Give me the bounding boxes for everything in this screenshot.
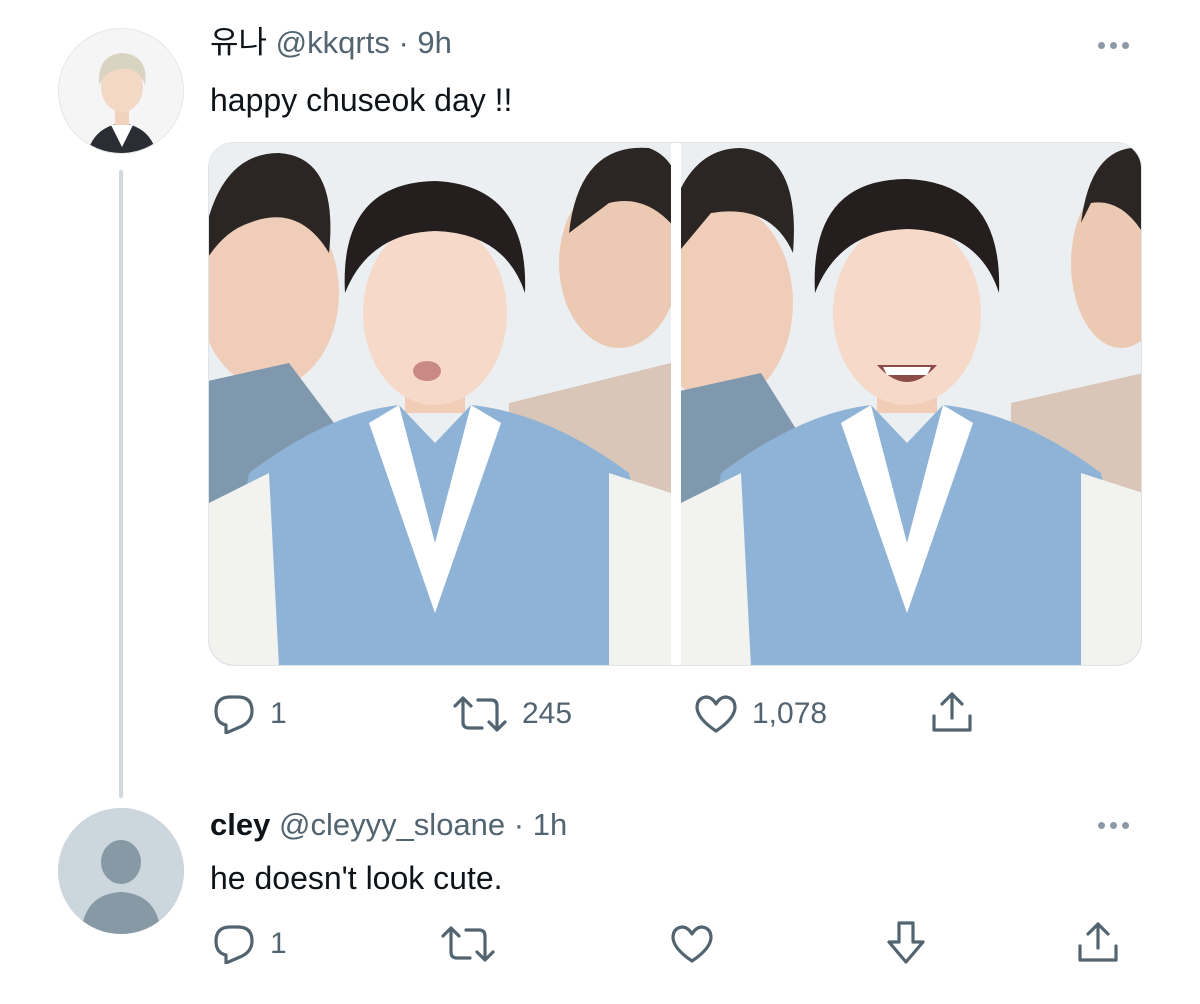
reply-reply-count: 1	[270, 927, 287, 960]
thread-connector	[119, 170, 123, 798]
retweet-icon	[441, 926, 495, 962]
meta-separator: ·	[513, 807, 525, 842]
reply-display-name[interactable]: cley	[210, 807, 270, 842]
tweet-text: happy chuseok day !!	[210, 82, 513, 118]
author-avatar[interactable]	[58, 28, 184, 154]
reply-text: he doesn't look cute.	[210, 860, 503, 896]
reply-header: cley @cleyyy_sloane · 1h	[210, 806, 567, 844]
more-icon[interactable]	[1098, 822, 1129, 829]
downvote-icon	[887, 921, 925, 964]
like-icon	[671, 925, 713, 963]
reply-icon	[214, 925, 254, 964]
reply-author-avatar[interactable]	[58, 808, 184, 934]
like-icon	[695, 695, 737, 733]
meta-separator: ·	[398, 25, 409, 60]
retweet-button[interactable]: 245	[452, 696, 572, 732]
reply-like-button[interactable]	[670, 924, 714, 964]
reply-icon	[214, 695, 254, 734]
like-button[interactable]: 1,078	[694, 694, 827, 734]
reply-retweet-button[interactable]	[440, 926, 496, 962]
tweet-timestamp[interactable]: 9h	[417, 25, 451, 60]
media-image-right[interactable]	[649, 143, 1141, 665]
tweet-media[interactable]	[208, 142, 1142, 666]
media-image-left-illustration	[209, 143, 681, 665]
reply-count: 1	[270, 697, 287, 730]
default-profile-icon	[58, 808, 184, 934]
reply-share-button[interactable]	[1076, 920, 1120, 964]
reply-handle[interactable]: @cleyyy_sloane	[279, 807, 505, 842]
media-image-left[interactable]	[209, 143, 681, 665]
share-icon	[932, 692, 972, 732]
reply-timestamp[interactable]: 1h	[533, 807, 567, 842]
share-icon	[1078, 922, 1118, 962]
media-image-right-illustration	[649, 143, 1141, 665]
author-handle[interactable]: @kkqrts	[276, 25, 390, 60]
author-display-name[interactable]: 유나	[210, 25, 267, 61]
more-icon[interactable]	[1098, 42, 1129, 49]
retweet-icon	[453, 696, 507, 732]
avatar-photo-illustration	[59, 29, 183, 153]
share-button[interactable]	[930, 690, 974, 734]
tweet-header: 유나 @kkqrts · 9h	[210, 24, 452, 62]
reply-downvote-button[interactable]	[886, 920, 926, 966]
like-count: 1,078	[752, 697, 828, 730]
reply-reply-button[interactable]: 1	[212, 924, 287, 964]
reply-button[interactable]: 1	[212, 694, 287, 734]
retweet-count: 245	[522, 697, 573, 730]
